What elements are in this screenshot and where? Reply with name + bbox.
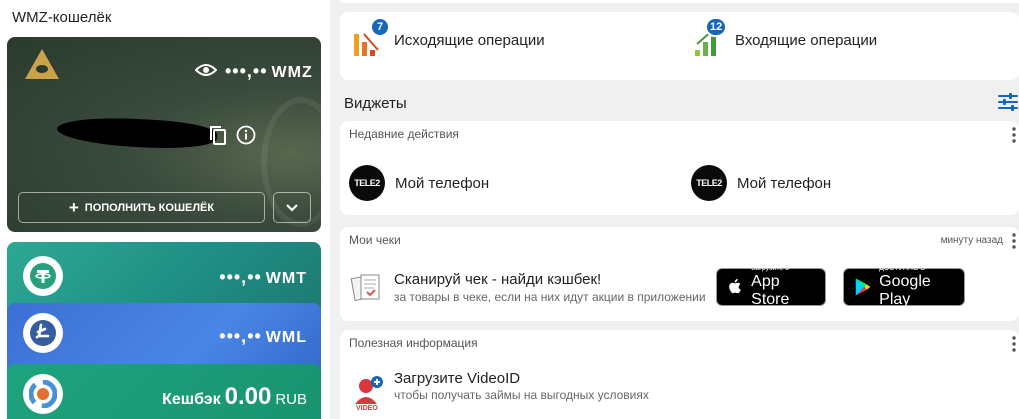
useful-info-subtitle: чтобы получать займы на выгодных условия… — [394, 388, 649, 402]
operations-panel: 7 Исходящие операции 12 Входящие операци… — [340, 12, 1019, 80]
wallet-column: WMZ-кошелёк •••,•• WMZ + ПОПОЛНИТЬ КОШЕЛ… — [0, 0, 330, 419]
wmz-currency: WMZ — [271, 64, 313, 81]
wallet-card-wmz[interactable]: •••,•• WMZ + ПОПОЛНИТЬ КОШЕЛЁК — [7, 37, 321, 232]
wmz-balance-mask: •••,•• — [225, 61, 268, 81]
incoming-chart-icon: 12 — [693, 17, 729, 58]
wmz-balance: •••,•• WMZ — [225, 61, 313, 82]
wallet-actions-dropdown[interactable] — [273, 192, 311, 223]
google-play-icon — [855, 278, 871, 296]
more-options-icon[interactable] — [1012, 233, 1016, 249]
receipts-subtitle: за товары в чеке, если на них идут акции… — [394, 290, 706, 304]
topup-wallet-button[interactable]: + ПОПОЛНИТЬ КОШЕЛЁК — [18, 192, 265, 223]
cashback-icon — [23, 374, 63, 414]
useful-info-header: Полезная информация — [349, 336, 478, 350]
wml-balance: •••,•• WML — [219, 326, 307, 347]
receipt-icon — [350, 274, 380, 301]
app-store-big-label: App Store — [751, 273, 790, 308]
receipts-time-ago: минуту назад — [940, 235, 1003, 246]
outgoing-chart-icon: 7 — [352, 17, 390, 58]
widgets-title: Виджеты — [344, 95, 407, 112]
recent-action-label: Мой телефон — [395, 174, 490, 192]
receipts-title: Сканируй чек - найди кэшбек! — [394, 271, 602, 288]
google-play-text: ДОСТУПНО В Google Play — [879, 265, 954, 309]
outgoing-operations-link[interactable]: 7 Исходящие операции — [352, 17, 545, 58]
topup-label: ПОПОЛНИТЬ КОШЕЛЁК — [84, 201, 215, 214]
tether-icon — [23, 256, 63, 296]
recent-action-label: Мой телефон — [737, 174, 832, 192]
receipts-header: Мои чеки — [349, 233, 401, 247]
plus-icon: + — [68, 197, 79, 217]
cashback-currency: RUB — [275, 391, 307, 408]
app-store-small-label: Загрузите в — [751, 265, 789, 272]
widget-settings-icon[interactable] — [998, 93, 1018, 111]
wmt-currency: WMT — [265, 270, 307, 287]
top-divider — [340, 0, 1019, 3]
videoid-icon: VIDEO — [355, 376, 383, 412]
pyramid-icon — [25, 49, 59, 79]
wallet-card-cashback[interactable]: Кешбэк 0.00 RUB — [7, 364, 321, 419]
app-store-text: Загрузите в App Store — [751, 265, 815, 309]
useful-info-title[interactable]: Загрузите VideoID — [394, 370, 520, 387]
receipts-widget: Мои чеки минуту назад Сканируй чек - най… — [340, 227, 1019, 321]
pyramid-eye-icon — [36, 65, 48, 73]
more-options-icon[interactable] — [1012, 127, 1016, 143]
incoming-operations-label: Входящие операции — [735, 31, 878, 49]
outgoing-count-badge: 7 — [370, 17, 390, 37]
google-play-button[interactable]: ДОСТУПНО В Google Play — [843, 265, 965, 309]
wmt-balance-mask: •••,•• — [219, 267, 262, 287]
incoming-count-badge: 12 — [705, 17, 728, 37]
redacted-wallet-number — [56, 114, 218, 152]
recent-action-item[interactable]: TELE2 Мой телефон — [691, 165, 831, 201]
app-root: WMZ-кошелёк •••,•• WMZ + ПОПОЛНИТЬ КОШЕЛ… — [0, 0, 1019, 419]
recent-actions-widget: Недавние действия TELE2 Мой телефон TELE… — [340, 121, 1019, 215]
google-play-small-label: ДОСТУПНО В — [879, 265, 926, 272]
chevron-down-icon — [286, 203, 298, 212]
wmt-balance: •••,•• WMT — [219, 267, 307, 288]
tele2-logo-icon: TELE2 — [349, 165, 385, 201]
wallet-title: WMZ-кошелёк — [12, 9, 112, 26]
copy-icon[interactable] — [209, 125, 227, 145]
recent-action-item[interactable]: TELE2 Мой телефон — [349, 165, 489, 201]
info-icon[interactable] — [236, 125, 256, 145]
litecoin-icon — [23, 313, 63, 353]
more-options-icon[interactable] — [1012, 336, 1016, 352]
wml-balance-mask: •••,•• — [219, 326, 262, 346]
cashback-label: Кешбэк — [162, 391, 221, 408]
google-play-big-label: Google Play — [879, 273, 931, 308]
cashback-amount: 0.00 — [224, 383, 272, 410]
videoid-icon-label: VIDEO — [356, 405, 378, 412]
cashback-balance: Кешбэк 0.00 RUB — [162, 383, 307, 411]
incoming-operations-link[interactable]: 12 Входящие операции — [693, 17, 878, 58]
eye-icon[interactable] — [195, 63, 217, 77]
app-store-button[interactable]: Загрузите в App Store — [716, 265, 826, 309]
wml-currency: WML — [265, 329, 307, 346]
outgoing-operations-label: Исходящие операции — [394, 31, 545, 49]
tele2-logo-icon: TELE2 — [691, 165, 727, 201]
useful-info-widget: Полезная информация VIDEO Загрузите Vide… — [340, 330, 1019, 419]
recent-actions-header: Недавние действия — [349, 127, 459, 141]
apple-icon — [729, 278, 741, 294]
